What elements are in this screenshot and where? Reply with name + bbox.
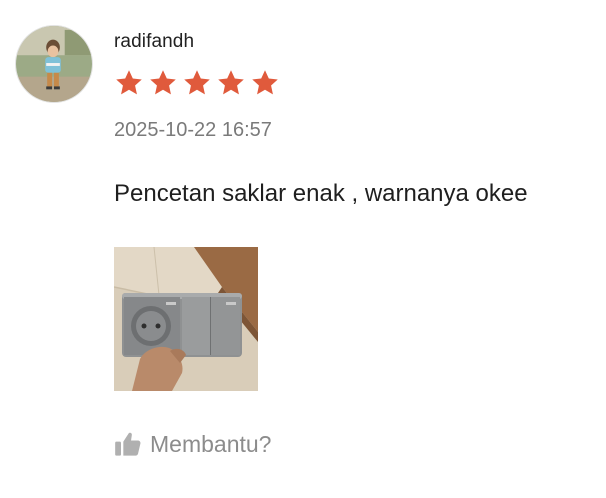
star-icon — [184, 70, 210, 95]
star-icon — [218, 70, 244, 95]
helpful-button[interactable]: Membantu? — [114, 430, 271, 458]
wall-socket-switch-photo — [114, 247, 258, 391]
helpful-label: Membantu? — [150, 430, 272, 457]
review-timestamp: 2025-10-22 16:57 — [114, 119, 272, 141]
thumbs-up-icon — [115, 432, 141, 456]
star-icon — [150, 70, 176, 95]
star-icon — [116, 70, 142, 95]
star-icon — [252, 70, 278, 95]
review-comment: Pencetan saklar enak , warnanya okee — [114, 180, 528, 207]
review-card: radifandh 2025-10-22 16:57 Pencetan sakl… — [0, 0, 606, 498]
avatar[interactable] — [15, 25, 93, 103]
avatar-image — [16, 26, 92, 102]
review-photo[interactable] — [114, 247, 258, 391]
star-rating — [114, 68, 280, 98]
username: radifandh — [114, 31, 195, 52]
